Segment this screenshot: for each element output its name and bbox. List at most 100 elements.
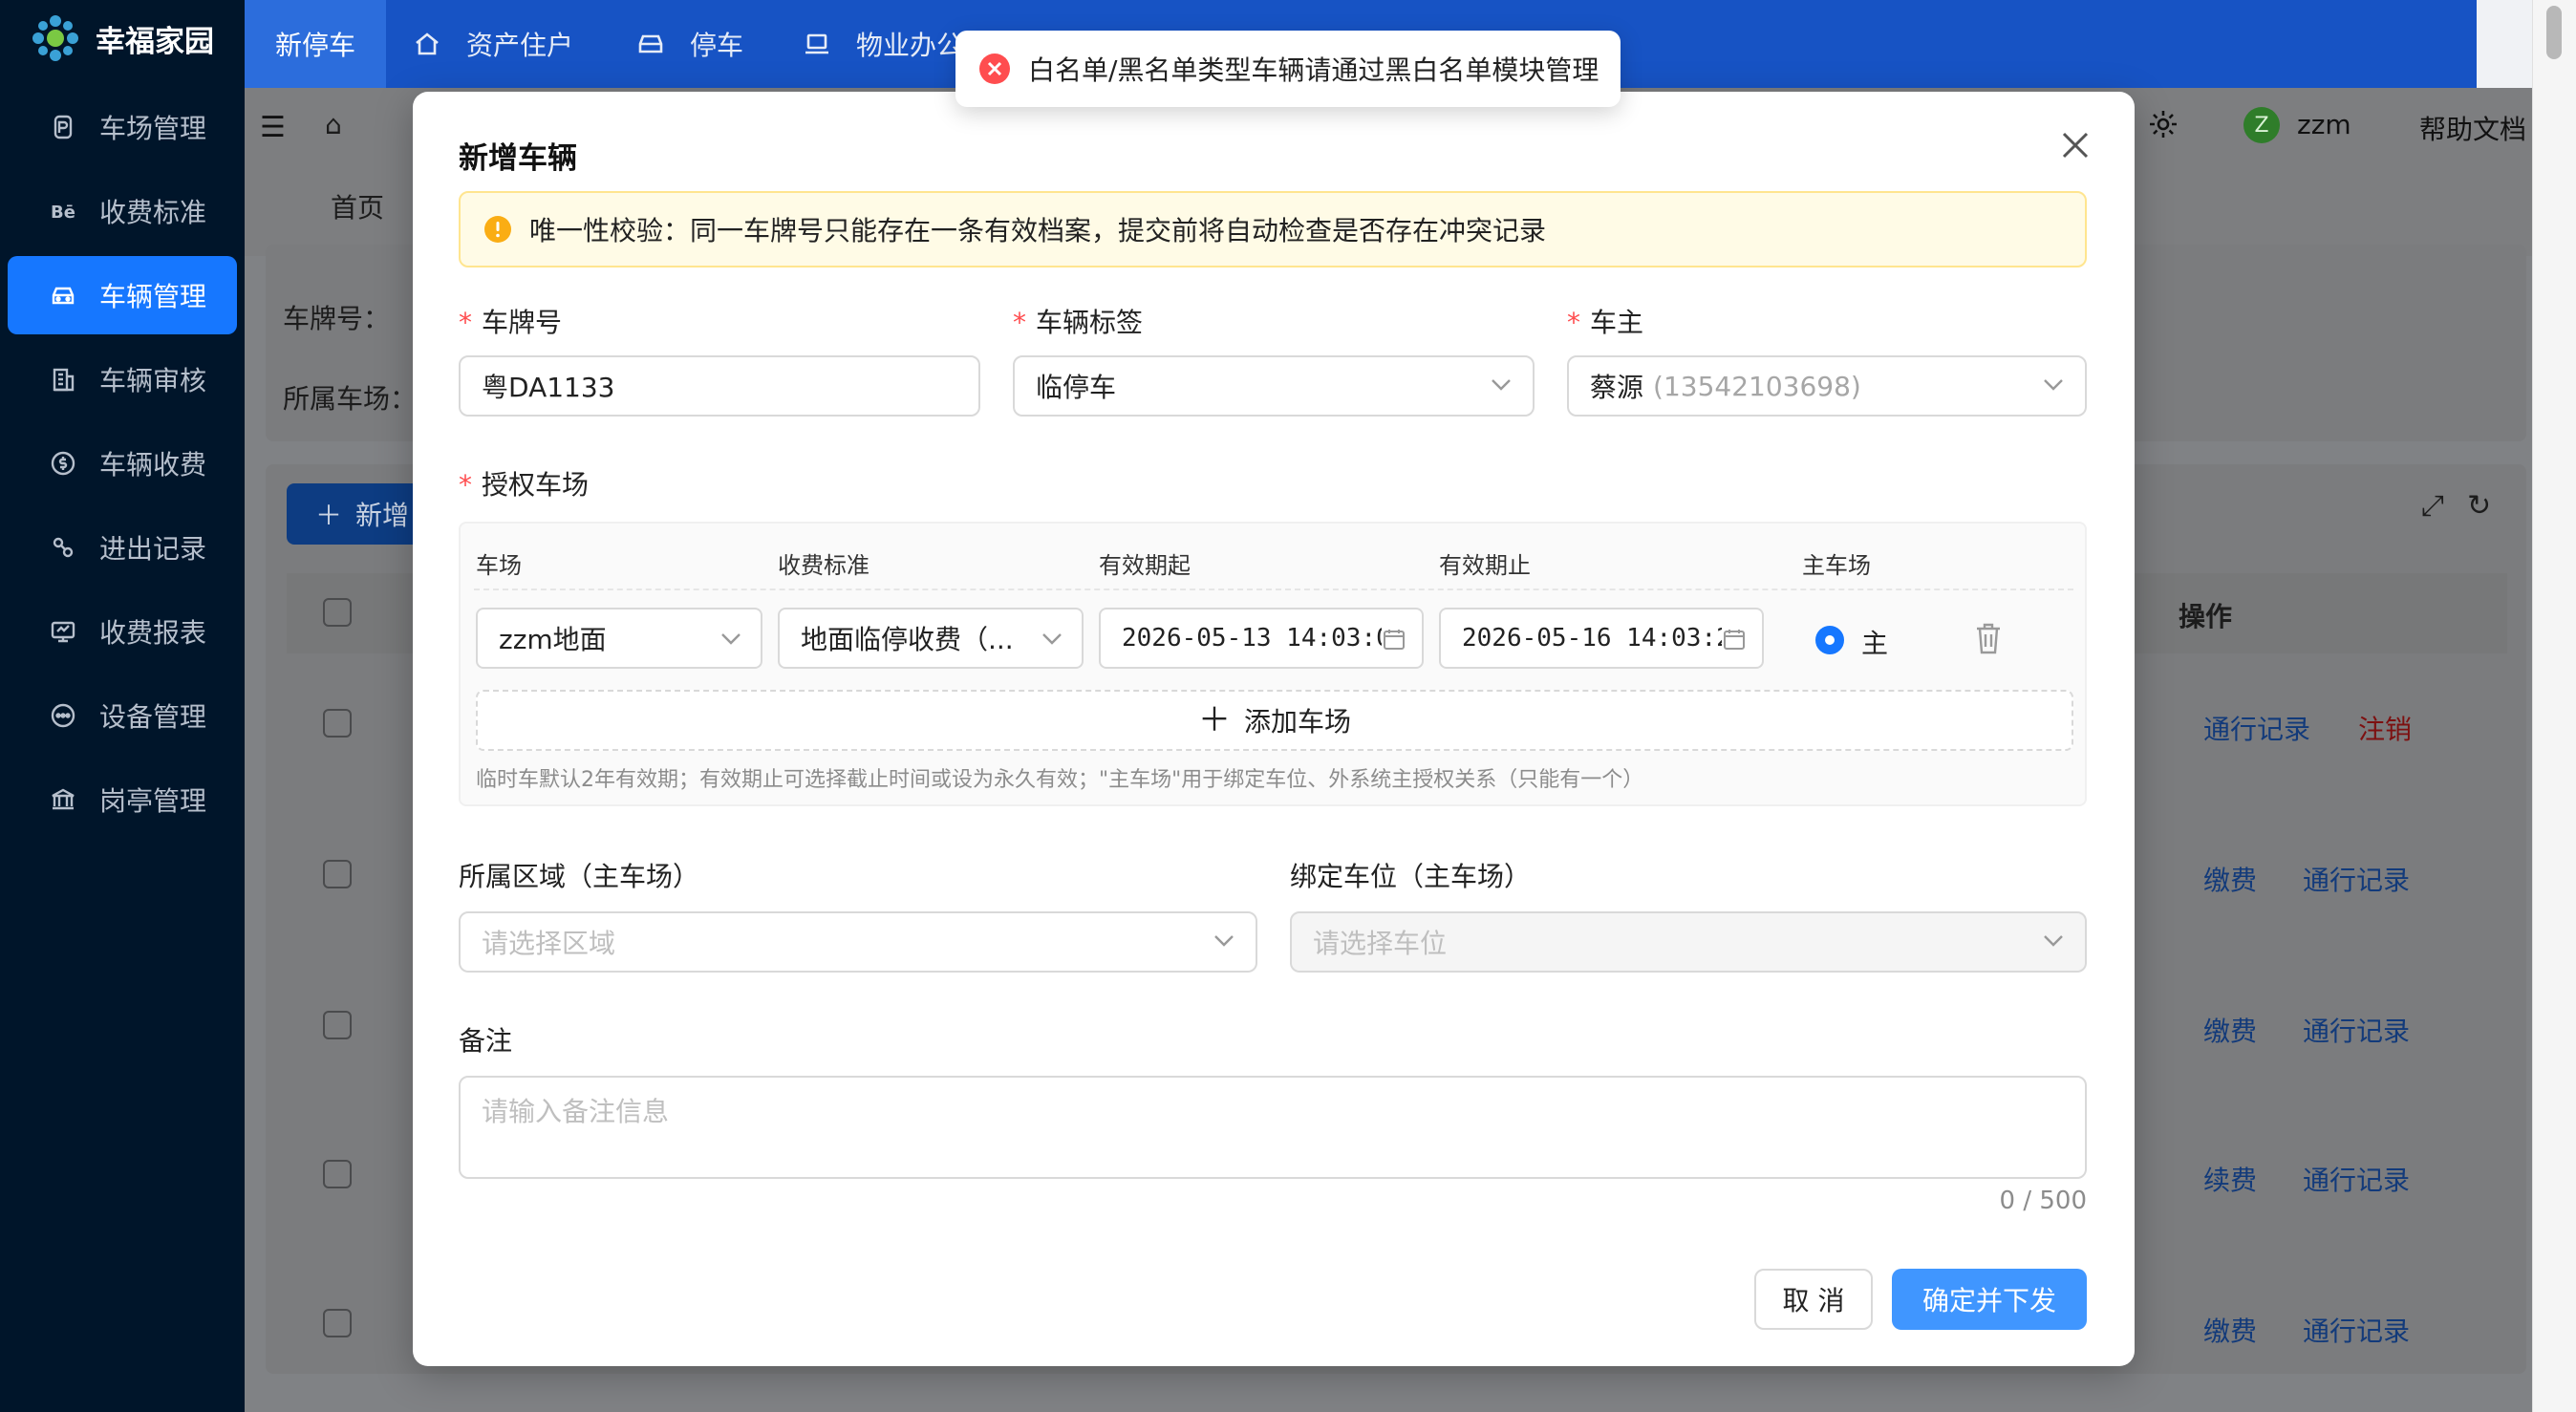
close-icon[interactable] — [2056, 126, 2094, 164]
valid-from-picker[interactable]: 2026-05-13 14:03:0 — [1099, 608, 1424, 669]
primary-lot-label: 主 — [1861, 628, 1889, 659]
tag-label: * 车辆标签 — [1013, 307, 1144, 338]
authorized-lots-table: 车场 收费标准 有效期起 有效期止 主车场 zzm地面 地面临停收费（... 2… — [459, 522, 2087, 806]
area-label: 所属区域（主车场） — [459, 861, 700, 892]
sidebar-item-label: 收费标准 — [99, 197, 207, 228]
uniqueness-alert: 唯一性校验：同一车牌号只能存在一条有效档案，提交前将自动检查是否存在冲突记录 — [459, 191, 2087, 267]
primary-lot-radio[interactable] — [1815, 626, 1844, 654]
dialog-title: 新增车辆 — [459, 141, 577, 176]
topnav-item-parking[interactable]: 停车 — [636, 0, 743, 88]
valid-to-picker[interactable]: 2026-05-16 14:03:2 — [1439, 608, 1764, 669]
col-header-fee: 收费标准 — [778, 552, 869, 579]
sidebar-item-label: 车辆管理 — [99, 281, 207, 312]
topnav-item-label: 资产住户 — [466, 30, 574, 61]
col-header-ops: 操作 — [2179, 601, 2233, 632]
sidebar-item-label: 车辆收费 — [99, 449, 207, 481]
help-docs-link[interactable]: 帮助文档« — [2419, 109, 2546, 147]
chevron-down-icon — [2044, 935, 2063, 947]
tab-home[interactable]: 首页 — [331, 187, 384, 225]
flower-logo-icon — [32, 15, 78, 61]
link-icon — [53, 537, 74, 558]
scrollbar-thumb[interactable] — [2546, 6, 2562, 59]
row-link-pay[interactable]: 缴费 — [2203, 1011, 2257, 1049]
remark-counter: 0 / 500 — [1999, 1187, 2087, 1215]
owner-select[interactable]: 蔡源 (13542103698) — [1567, 355, 2087, 417]
plate-input[interactable]: 粤DA1133 — [459, 355, 980, 417]
delete-row-icon[interactable] — [1974, 621, 2003, 655]
row-checkbox[interactable] — [323, 1011, 352, 1039]
brand-name: 幸福家园 — [96, 24, 214, 59]
row-link-pay[interactable]: 缴费 — [2203, 860, 2257, 898]
row-link-access-records[interactable]: 通行记录 — [2303, 860, 2410, 898]
settings-icon[interactable] — [2146, 107, 2180, 141]
row-checkbox[interactable] — [323, 1160, 352, 1188]
topnav-item-assets[interactable]: 资产住户 — [413, 0, 573, 88]
error-icon — [979, 53, 1010, 84]
topnav-item-new-parking[interactable]: 新停车 — [245, 0, 387, 88]
sidebar-item-label: 设备管理 — [99, 701, 207, 733]
add-lot-button[interactable]: ＋添加车场 — [476, 690, 2073, 751]
sidebar-item-label: 车辆审核 — [99, 365, 207, 396]
window-scrollbar[interactable] — [2532, 0, 2576, 1412]
topnav-item-property-office[interactable]: 物业办公 — [803, 0, 963, 88]
remark-label: 备注 — [459, 1025, 513, 1057]
row-checkbox[interactable] — [323, 860, 352, 888]
building-icon — [53, 368, 75, 392]
avatar[interactable]: Z — [2243, 107, 2280, 143]
lot-select[interactable]: zzm地面 — [476, 608, 762, 669]
row-link-pay[interactable]: 缴费 — [2203, 1311, 2257, 1349]
sidebar-item-fee-standard[interactable]: Bē 收费标准 — [0, 172, 245, 250]
chevron-down-icon — [721, 633, 741, 645]
row-link-access-records[interactable]: 通行记录 — [2303, 1011, 2410, 1049]
row-checkbox[interactable] — [323, 1309, 352, 1337]
fee-standard-select[interactable]: 地面临停收费（... — [778, 608, 1084, 669]
svg-text:Bē: Bē — [51, 203, 75, 223]
col-header-primary: 主车场 — [1802, 552, 1871, 579]
row-link-cancel[interactable]: 注销 — [2358, 709, 2412, 747]
row-link-access-records[interactable]: 通行记录 — [2303, 1311, 2410, 1349]
confirm-submit-button[interactable]: 确定并下发 — [1892, 1269, 2087, 1330]
chevron-down-icon — [2044, 379, 2063, 391]
table-divider — [474, 588, 2073, 590]
row-link-access-records[interactable]: 通行记录 — [2203, 709, 2310, 747]
sidebar-item-parking-lot[interactable]: 车场管理 — [0, 88, 245, 166]
col-header-lot: 车场 — [476, 552, 522, 579]
topnav-item-label: 物业办公 — [856, 30, 964, 61]
brand-logo[interactable]: 幸福家园 — [29, 8, 214, 69]
col-header-end: 有效期止 — [1439, 552, 1531, 579]
add-vehicle-dialog: 新增车辆 唯一性校验：同一车牌号只能存在一条有效档案，提交前将自动检查是否存在冲… — [413, 92, 2135, 1366]
laptop-icon — [805, 33, 828, 54]
owner-label: * 车主 — [1567, 307, 1644, 338]
sidebar-item-vehicle-management[interactable]: 车辆管理 — [8, 256, 237, 334]
fullscreen-icon[interactable]: ⤢ — [2421, 489, 2444, 523]
area-select[interactable]: 请选择区域 — [459, 911, 1257, 973]
row-checkbox[interactable] — [323, 709, 352, 738]
sidebar-item-label: 收费报表 — [99, 617, 207, 649]
row-link-renew[interactable]: 续费 — [2203, 1160, 2257, 1198]
sidebar-item-vehicle-review[interactable]: 车辆审核 — [0, 340, 245, 418]
device-icon — [51, 703, 75, 728]
cancel-button[interactable]: 取 消 — [1754, 1269, 1873, 1330]
home-breadcrumb-icon[interactable]: ⌂ — [325, 109, 342, 140]
refresh-icon[interactable]: ↻ — [2467, 489, 2491, 523]
chevron-down-icon — [1492, 379, 1511, 391]
sidebar-item-access-records[interactable]: 进出记录 — [0, 508, 245, 587]
dollar-circle-icon — [51, 451, 75, 476]
sidebar-item-fee-report[interactable]: 收费报表 — [0, 592, 245, 671]
space-select[interactable]: 请选择车位 — [1290, 911, 2087, 973]
vehicle-tag-select[interactable]: 临停车 — [1013, 355, 1535, 417]
sidebar-item-booth-management[interactable]: 岗亭管理 — [0, 760, 245, 839]
alert-text: 唯一性校验：同一车牌号只能存在一条有效档案，提交前将自动检查是否存在冲突记录 — [529, 215, 1547, 246]
sidebar-item-device-management[interactable]: 设备管理 — [0, 676, 245, 755]
sidebar-item-vehicle-fee[interactable]: 车辆收费 — [0, 424, 245, 503]
remark-textarea[interactable]: 请输入备注信息 — [459, 1076, 2087, 1179]
topnav-item-label: 停车 — [690, 30, 744, 61]
select-all-checkbox[interactable] — [323, 598, 352, 627]
sidebar-item-label: 进出记录 — [99, 533, 207, 565]
menu-fold-icon[interactable]: ☰ — [260, 111, 286, 144]
add-vehicle-button[interactable]: ＋ 新增 — [287, 483, 420, 545]
row-link-access-records[interactable]: 通行记录 — [2303, 1160, 2410, 1198]
space-label: 绑定车位（主车场） — [1290, 861, 1532, 892]
user-name[interactable]: zzm — [2297, 109, 2351, 140]
warning-icon — [484, 216, 511, 243]
